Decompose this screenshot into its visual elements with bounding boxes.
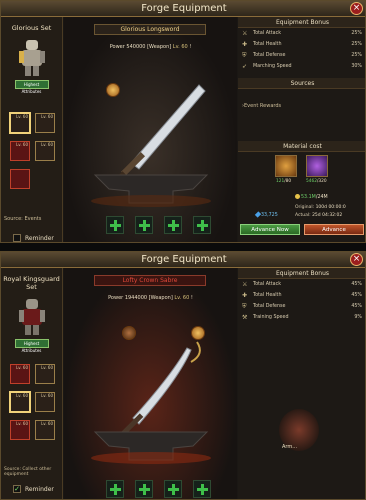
bonus-row: ✚ Total Health 45% [242, 292, 362, 299]
armor-set-icon [15, 297, 49, 337]
actual-time: Actual: 25d 04:32:02 [295, 213, 343, 218]
reminder-checkbox[interactable] [13, 234, 21, 242]
add-gem-button[interactable] [164, 216, 182, 234]
info-icon[interactable]: ! [189, 44, 191, 50]
reminder-label: Reminder [25, 234, 54, 242]
slot-item[interactable]: Lv. 60 [35, 420, 55, 440]
add-gem-button[interactable] [193, 216, 211, 234]
material-ore-icon[interactable] [275, 155, 297, 177]
gold-cost: 53.1M/24M [295, 194, 328, 200]
slot-item[interactable]: Lv. 60 [10, 420, 30, 440]
bonus-panel: Equipment Bonus ⚔ Total Attack 45% ✚ Total … [238, 268, 365, 499]
add-gem-button[interactable] [135, 216, 153, 234]
add-gem-button[interactable] [106, 216, 124, 234]
coin-icon [295, 194, 300, 199]
bonus-row: ⚒ Training Speed 9% [242, 314, 362, 321]
slot-item[interactable]: Lv. 60 [10, 392, 30, 412]
reminder-toggle[interactable]: Reminder [13, 234, 54, 242]
equipment-bonus-header: Equipment Bonus [238, 268, 365, 279]
bonus-row: ⛨ Total Defense 45% [242, 303, 362, 310]
gem-balance: 33,725 [254, 211, 278, 218]
add-gem-button[interactable] [106, 480, 124, 498]
slot-item[interactable]: Lv. 60 [10, 364, 30, 384]
shield-icon: ⛨ [242, 52, 247, 59]
anvil-icon [91, 174, 211, 207]
bonus-row: ✚ Total Health 25% [242, 41, 362, 48]
source-row[interactable]: ›Event Rewards [238, 89, 365, 109]
item-label: Arm... [282, 444, 298, 450]
sources-header: Sources [238, 78, 365, 89]
advance-now-button[interactable]: Advance Now [240, 224, 300, 235]
reminder-checkbox[interactable]: ✓ [13, 485, 21, 493]
forge-stage: Glorious Longsword Power 540000 [Weapon]… [64, 17, 237, 242]
bonus-row: ➶ Marching Speed 30% [242, 63, 362, 70]
slot-item[interactable]: Lv. 60 [35, 113, 55, 133]
training-icon: ⚒ [242, 314, 248, 321]
set-sidebar: Royal Kingsguard Set Highest Attributes … [1, 268, 63, 499]
set-title: Glorious Set [11, 24, 52, 32]
bonus-row: ⛨ Total Defense 25% [242, 52, 362, 59]
slot-item[interactable]: Lv. 60 [10, 141, 30, 161]
sword-icon: ⚔ [242, 281, 248, 288]
material-crystal-icon[interactable] [306, 155, 328, 177]
close-button[interactable]: × [350, 253, 363, 266]
panel-divider [0, 243, 366, 251]
advance-button[interactable]: Advance [304, 224, 364, 235]
set-title: Royal Kingsguard Set [3, 275, 60, 291]
bonus-row: ⚔ Total Attack 45% [242, 281, 362, 288]
health-icon: ✚ [242, 41, 248, 48]
boot-icon: ➶ [242, 63, 248, 70]
highest-attributes-button[interactable]: Highest Attributes [14, 80, 49, 94]
shield-icon: ⛨ [242, 303, 247, 310]
health-icon: ✚ [242, 292, 248, 299]
forge-panel-kingsguard: Forge Equipment × Royal Kingsguard Set H… [0, 251, 366, 500]
add-gem-button[interactable] [193, 480, 211, 498]
add-gem-button[interactable] [164, 480, 182, 498]
slot-item[interactable]: Lv. 60 [10, 113, 30, 133]
reminder-label: Reminder [25, 485, 54, 493]
material-count: 121/80 [276, 179, 292, 184]
material-count: 5462/320 [306, 179, 327, 184]
highest-attributes-button[interactable]: Highest Attributes [14, 339, 49, 353]
sword-icon: ⚔ [242, 30, 248, 37]
item-power: Power 1944000 [Weapon] Lv. 60 ! [108, 295, 193, 301]
info-icon[interactable]: ! [191, 295, 193, 301]
forge-stage: Lofty Crown Sabre Power 1944000 [Weapon]… [64, 268, 237, 499]
reminder-toggle[interactable]: ✓ Reminder [13, 485, 54, 493]
bonus-panel: Equipment Bonus ⚔ Total Attack 25% ✚ Total … [238, 17, 365, 242]
slot-item[interactable]: Lv. 60 [35, 392, 55, 412]
add-gem-button[interactable] [135, 480, 153, 498]
close-button[interactable]: × [350, 2, 363, 15]
anvil-icon [91, 431, 211, 464]
equipment-bonus-header: Equipment Bonus [238, 17, 365, 28]
slot-item[interactable]: Lv. 60 [35, 141, 55, 161]
forge-panel-glorious: Forge Equipment × Glorious Set Highest A… [0, 0, 366, 243]
item-power: Power 540000 [Weapon] Lv. 60 ! [109, 44, 192, 50]
window-title: Forge Equipment [1, 1, 365, 17]
set-sidebar: Glorious Set Highest Attributes Lv. 60 L… [1, 17, 63, 242]
bonus-row: ⚔ Total Attack 25% [242, 30, 362, 37]
original-time: Original: 100d 00:00:0 [295, 205, 346, 210]
slot-item[interactable] [10, 169, 30, 189]
slot-item[interactable]: Lv. 60 [35, 364, 55, 384]
source-text: Source: Collect other equipment [4, 467, 52, 477]
item-name: Glorious Longsword [94, 24, 206, 35]
source-text: Source: Events [4, 216, 42, 222]
item-name: Lofty Crown Sabre [94, 275, 206, 286]
material-cost-header: Material cost [238, 141, 365, 152]
window-title: Forge Equipment [1, 252, 365, 268]
armor-set-icon [15, 38, 49, 78]
